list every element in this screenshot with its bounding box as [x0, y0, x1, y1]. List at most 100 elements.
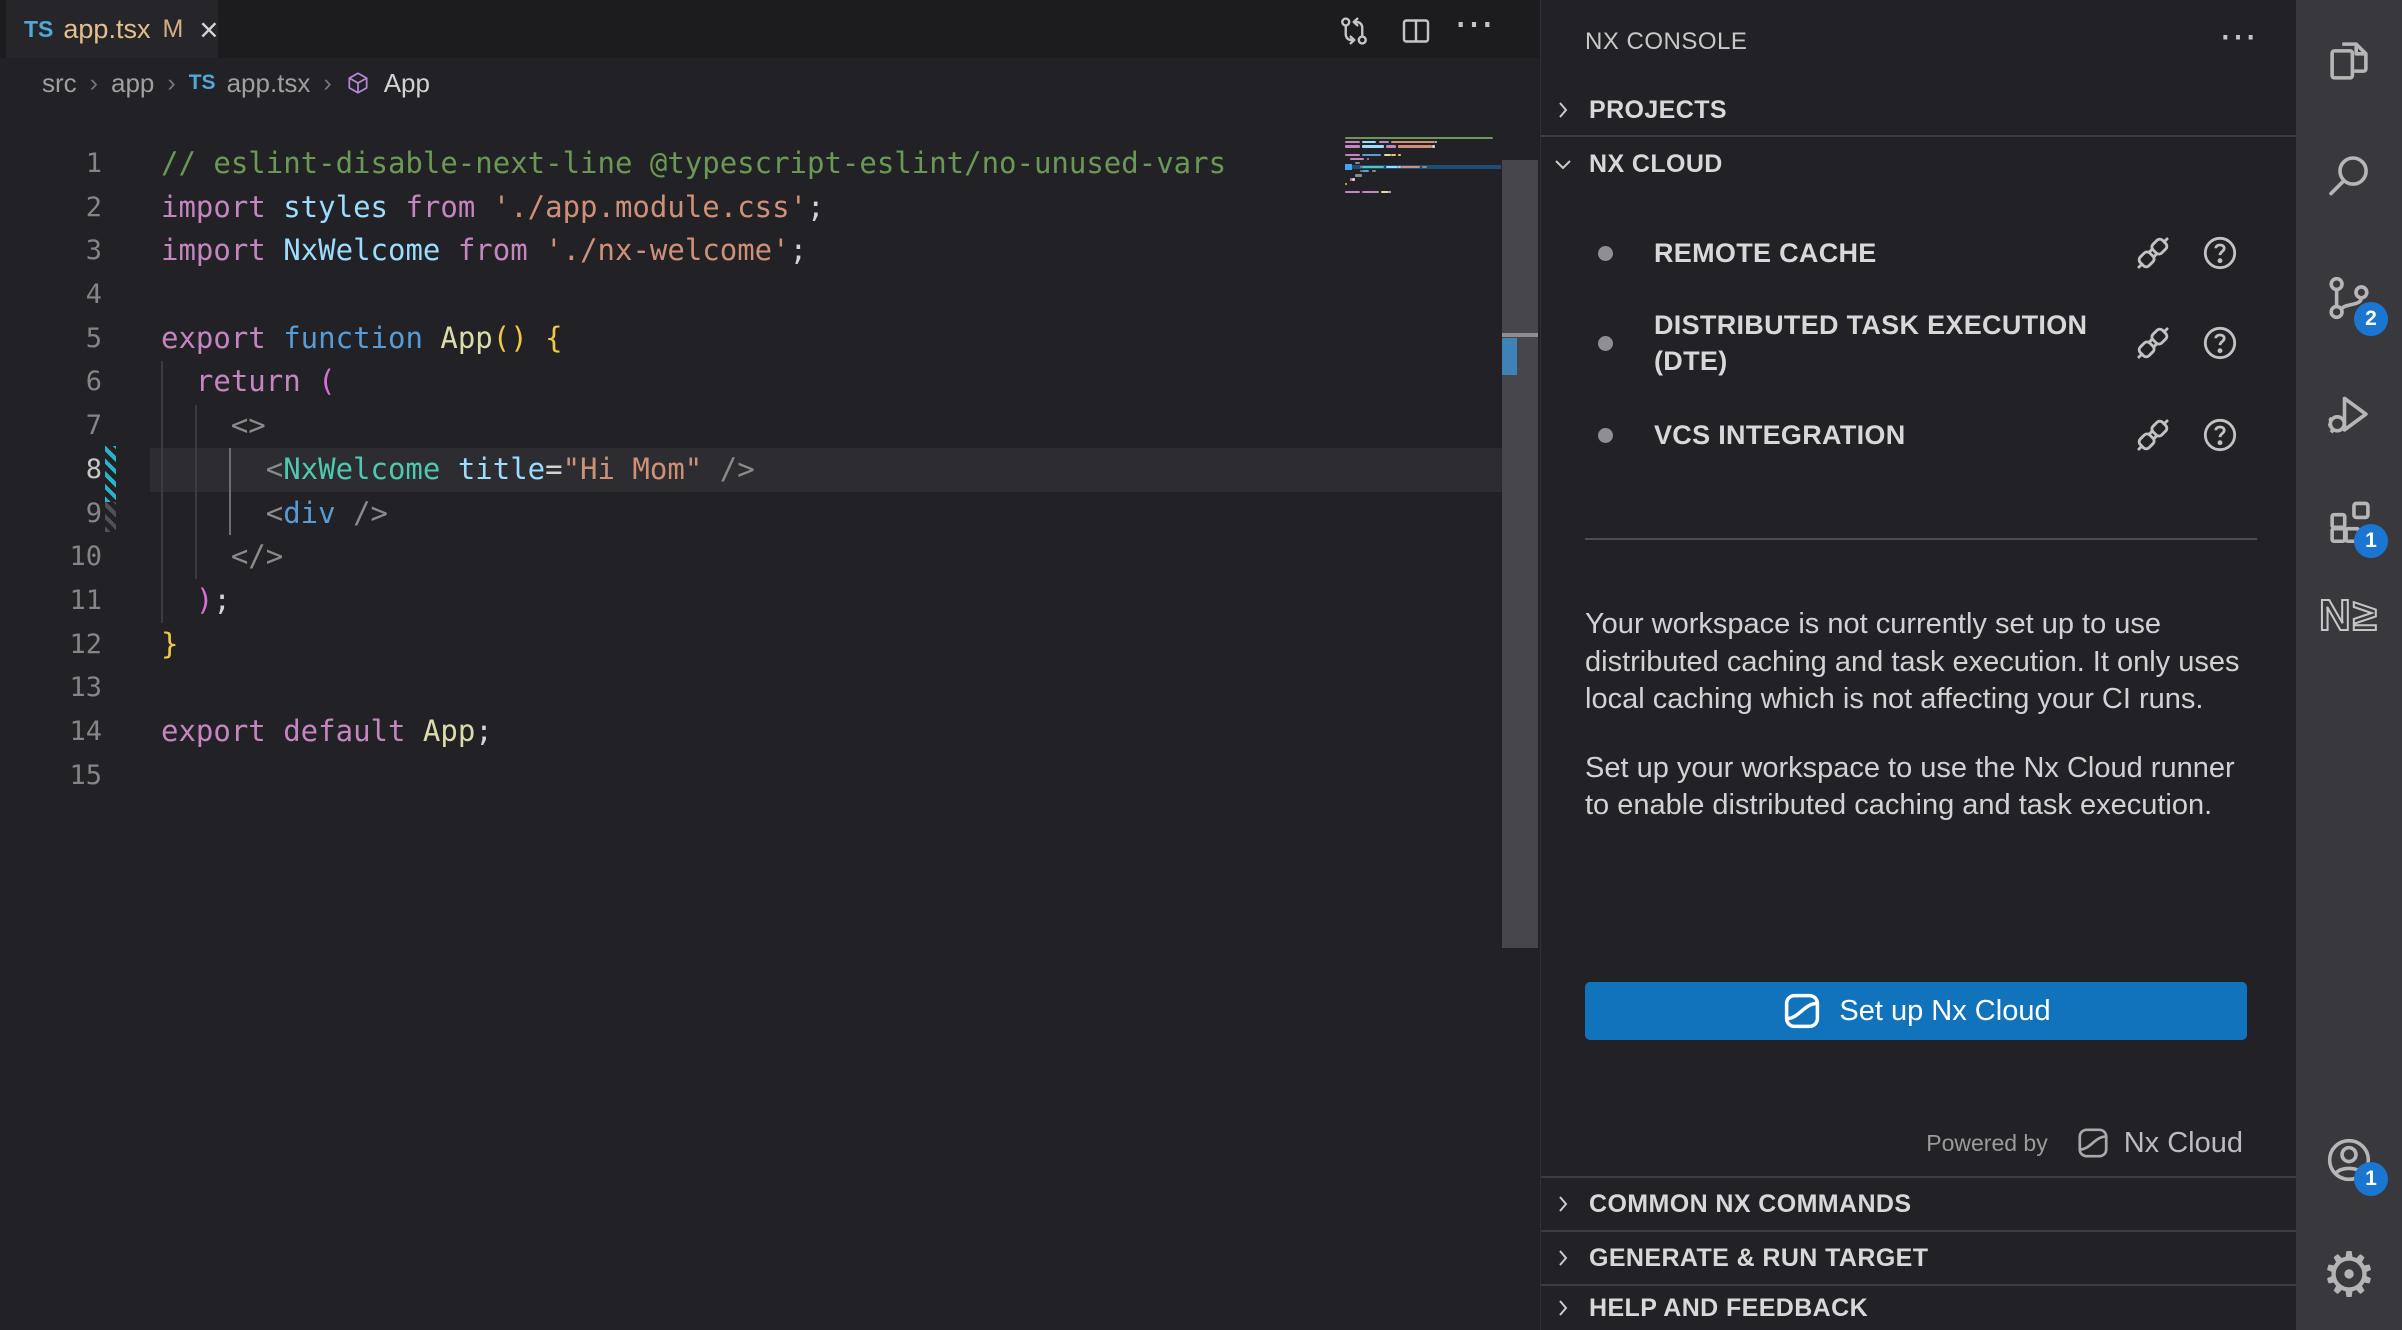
help-icon[interactable] [2199, 322, 2241, 364]
line-number[interactable]: 15 [0, 754, 102, 798]
line-number[interactable]: 5 [0, 317, 102, 361]
line-number[interactable]: 2 [0, 186, 102, 230]
minimap[interactable] [1345, 136, 1501, 198]
code-line[interactable] [161, 666, 1226, 710]
section-common-nx-commands[interactable]: COMMON NX COMMANDS [1541, 1176, 2297, 1230]
feature-row: DISTRIBUTED TASK EXECUTION (DTE) [1541, 299, 2297, 387]
line-number[interactable]: 1 [0, 142, 102, 186]
section-generate-run-target[interactable]: GENERATE & RUN TARGET [1541, 1230, 2297, 1284]
editor-scrollbar[interactable] [1502, 160, 1538, 948]
split-editor-icon[interactable] [1398, 13, 1434, 49]
section-projects[interactable]: PROJECTS [1541, 86, 2297, 134]
account-badge: 1 [2354, 1162, 2388, 1196]
run-debug-icon[interactable] [2322, 386, 2376, 440]
chevron-right-icon: › [323, 69, 331, 98]
code-line[interactable]: </> [161, 535, 1226, 579]
code-line[interactable]: // eslint-disable-next-line @typescript-… [161, 142, 1226, 186]
divider [1585, 538, 2257, 540]
tab-file-name: app.tsx [63, 14, 150, 45]
code-token: NxWelcome [266, 233, 441, 267]
tab-bar: TS app.tsx M × ⋯ [0, 0, 1540, 58]
editor-more-actions-icon[interactable]: ⋯ [1450, 1, 1498, 47]
chevron-right-icon [1551, 1192, 1575, 1216]
line-number-gutter[interactable]: 123456789101112131415 [0, 142, 102, 797]
section-nx-cloud[interactable]: NX CLOUD [1541, 140, 2297, 188]
code-token: < [161, 452, 283, 486]
powered-by-row: Powered by Nx Cloud [1541, 1120, 2243, 1166]
line-number[interactable]: 10 [0, 535, 102, 579]
vscode-window: TS app.tsx M × ⋯ src › app › TS a [0, 0, 2402, 1330]
feature-label: DISTRIBUTED TASK EXECUTION (DTE) [1654, 307, 2124, 379]
nx-console-icon[interactable]: N≥ [2296, 591, 2402, 641]
search-icon[interactable] [2322, 149, 2376, 203]
panel-more-actions-icon[interactable]: ⋯ [2219, 14, 2257, 59]
code-token: ; [213, 583, 230, 617]
line-number[interactable]: 3 [0, 229, 102, 273]
line-number[interactable]: 7 [0, 404, 102, 448]
code-token: // eslint-disable-next-line @typescript-… [161, 146, 1226, 180]
chevron-right-icon [1551, 98, 1575, 122]
breadcrumb-src[interactable]: src [42, 68, 77, 99]
code-token: = [545, 452, 562, 486]
breadcrumb-symbol[interactable]: App [384, 68, 430, 99]
connect-icon[interactable] [2130, 412, 2176, 458]
code-line[interactable]: <> [161, 404, 1226, 448]
breadcrumb-file[interactable]: app.tsx [227, 68, 311, 99]
section-label: PROJECTS [1589, 96, 1727, 125]
code-line[interactable]: <NxWelcome title="Hi Mom" /> [161, 448, 1226, 492]
code-line[interactable]: import NxWelcome from './nx-welcome'; [161, 229, 1226, 273]
close-tab-icon[interactable]: × [199, 13, 218, 46]
breadcrumb-app[interactable]: app [111, 68, 154, 99]
line-number[interactable]: 6 [0, 360, 102, 404]
line-number[interactable]: 12 [0, 623, 102, 667]
line-number[interactable]: 13 [0, 666, 102, 710]
code-token: './app.module.css' [475, 190, 807, 224]
section-label: HELP AND FEEDBACK [1589, 1294, 1868, 1323]
code-token: "Hi Mom" [563, 452, 703, 486]
code-line[interactable]: export function App() { [161, 317, 1226, 361]
code-token [528, 321, 545, 355]
code-line[interactable]: export default App; [161, 710, 1226, 754]
editor-region: TS app.tsx M × ⋯ src › app › TS a [0, 0, 1540, 1330]
line-number[interactable]: 8 [0, 448, 102, 492]
setup-nx-cloud-button[interactable]: Set up Nx Cloud [1585, 982, 2247, 1040]
connect-icon[interactable] [2130, 320, 2176, 366]
explorer-icon[interactable] [2322, 34, 2376, 88]
nx-cloud-logo-icon [1781, 990, 1823, 1032]
line-number[interactable]: 4 [0, 273, 102, 317]
source-control-badge: 2 [2354, 302, 2388, 336]
code-token: </> [161, 539, 283, 573]
line-number[interactable]: 14 [0, 710, 102, 754]
line-number[interactable]: 9 [0, 492, 102, 536]
code-token: from [388, 190, 475, 224]
code-editor[interactable]: // eslint-disable-next-line @typescript-… [161, 142, 1226, 797]
code-line[interactable]: return ( [161, 360, 1226, 404]
tab-app-tsx[interactable]: TS app.tsx M × [6, 0, 218, 58]
code-line[interactable]: <div /> [161, 492, 1226, 536]
connect-icon[interactable] [2130, 230, 2176, 276]
chevron-right-icon: › [167, 69, 175, 98]
feature-row: REMOTE CACHE [1541, 226, 2297, 280]
code-line[interactable] [161, 754, 1226, 798]
code-line[interactable]: ); [161, 579, 1226, 623]
help-icon[interactable] [2199, 232, 2241, 274]
help-icon[interactable] [2199, 414, 2241, 456]
code-token: ( [301, 364, 336, 398]
chevron-right-icon [1551, 1246, 1575, 1270]
section-help-and-feedback[interactable]: HELP AND FEEDBACK [1541, 1284, 2297, 1330]
open-changes-icon[interactable] [1336, 13, 1372, 49]
feature-label: VCS INTEGRATION [1654, 417, 2124, 453]
code-token: default [266, 714, 406, 748]
nx-console-panel: NX CONSOLE ⋯ PROJECTS NX CLOUD REMOTE CA… [1540, 0, 2296, 1330]
code-line[interactable] [161, 273, 1226, 317]
code-line[interactable]: } [161, 623, 1226, 667]
description-paragraph: Your workspace is not currently set up t… [1585, 606, 2249, 719]
line-number[interactable]: 11 [0, 579, 102, 623]
settings-gear-icon[interactable]: ⚙ [2296, 1238, 2402, 1311]
chevron-down-icon [1551, 152, 1575, 176]
powered-by-label: Powered by [1926, 1130, 2047, 1157]
code-line[interactable]: import styles from './app.module.css'; [161, 186, 1226, 230]
code-token: { [545, 321, 562, 355]
git-modified-gutter-marker [105, 502, 116, 532]
section-label: NX CLOUD [1589, 150, 1723, 179]
